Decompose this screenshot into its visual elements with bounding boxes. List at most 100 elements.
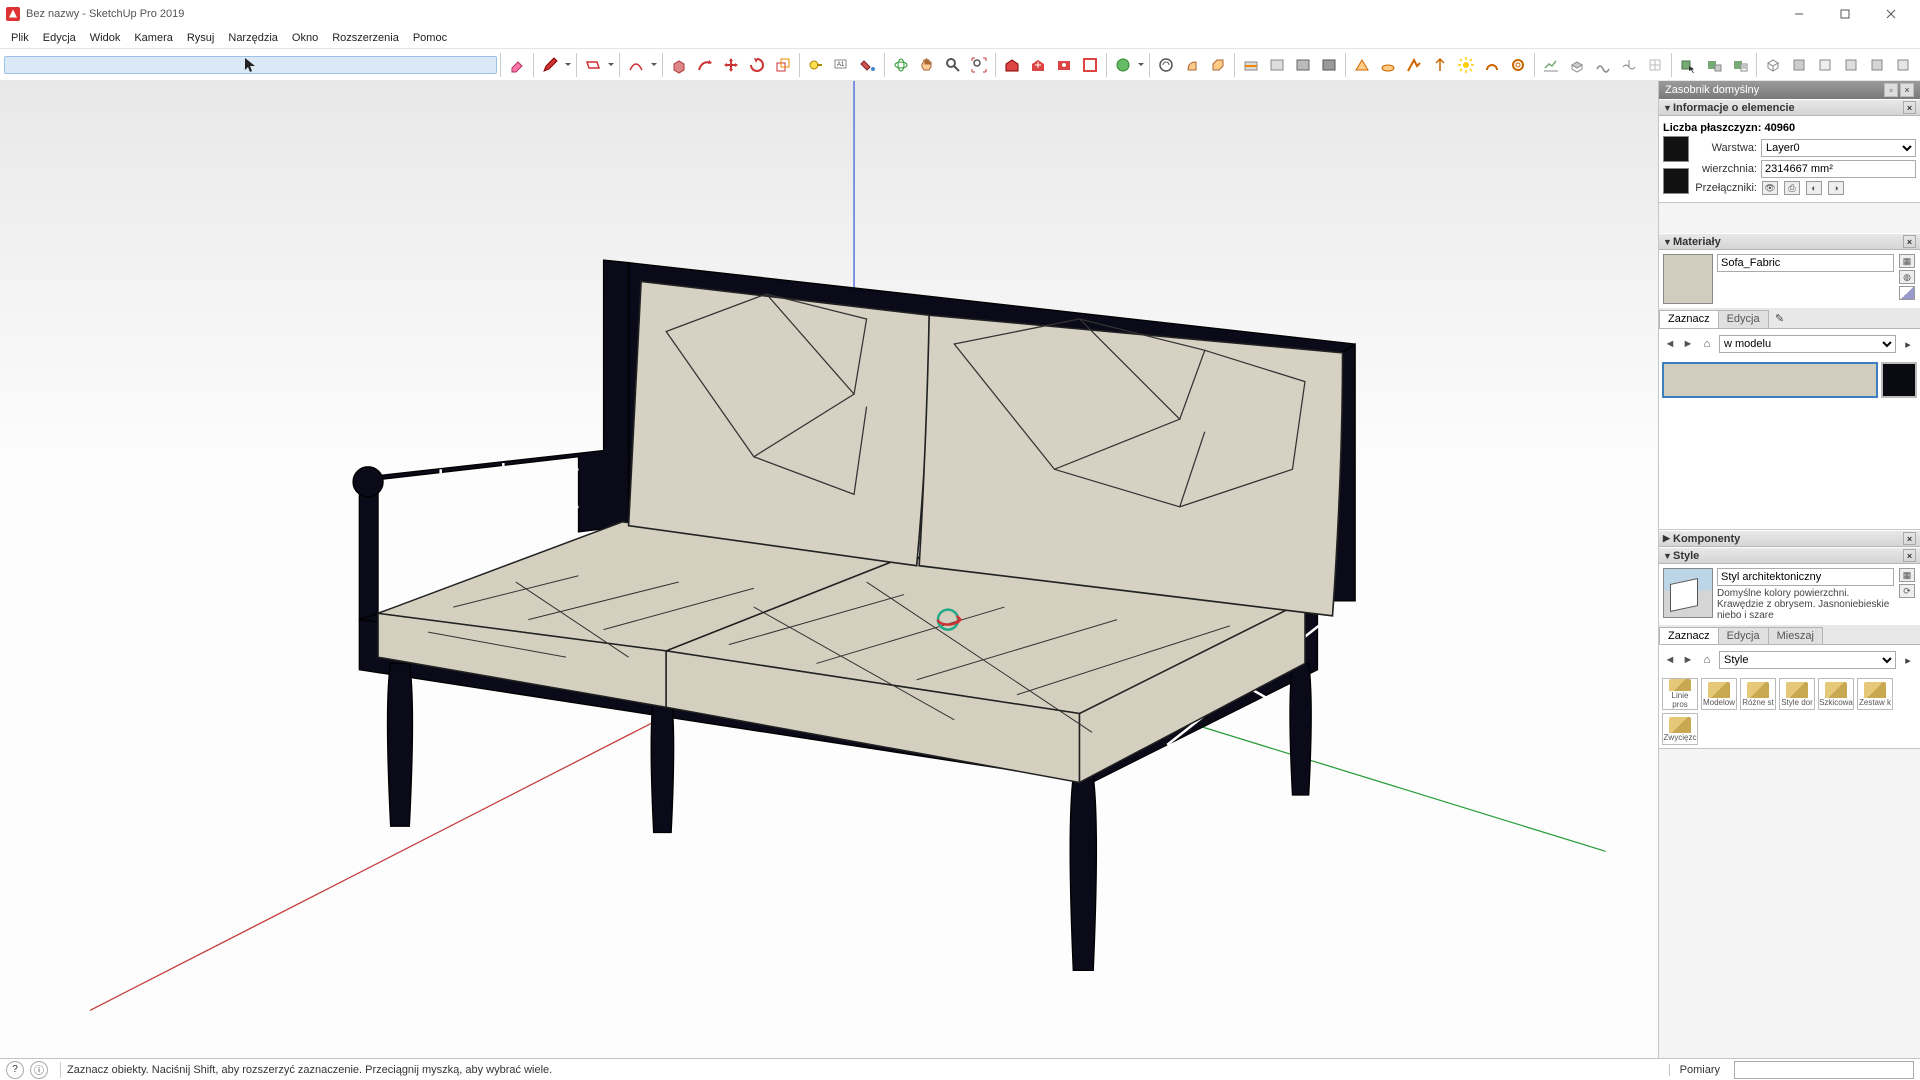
maximize-button[interactable] — [1822, 0, 1868, 27]
status-credit-icon[interactable]: ⓘ — [30, 1061, 48, 1079]
view-right[interactable] — [1838, 52, 1864, 78]
ext-warehouse-tool[interactable] — [1051, 52, 1077, 78]
section-display[interactable] — [1264, 52, 1290, 78]
geo-dropdown[interactable] — [1136, 60, 1146, 69]
materials-tab-select[interactable]: Zaznacz — [1659, 310, 1719, 328]
move-tool[interactable] — [718, 52, 744, 78]
pencil-dropdown[interactable] — [563, 60, 573, 69]
text-tool[interactable]: A1 — [829, 52, 855, 78]
style-thumb-3[interactable]: Style dor — [1779, 678, 1815, 710]
close-button[interactable] — [1868, 0, 1914, 27]
styles-home-icon[interactable]: ⌂ — [1699, 652, 1715, 668]
style-preview[interactable] — [1663, 568, 1713, 618]
section-cut[interactable] — [1290, 52, 1316, 78]
view-front[interactable] — [1812, 52, 1838, 78]
materials-home-icon[interactable]: ⌂ — [1699, 336, 1715, 352]
measure-box[interactable] — [1734, 1061, 1914, 1079]
front-material-swatch[interactable] — [1663, 136, 1689, 162]
orbit-tool[interactable] — [888, 52, 914, 78]
view-iso[interactable] — [1760, 52, 1786, 78]
panel-materials-close[interactable]: × — [1903, 235, 1916, 248]
material-create-icon[interactable]: ▦ — [1899, 254, 1915, 268]
view-back[interactable] — [1864, 52, 1890, 78]
sandbox-1[interactable] — [1538, 52, 1564, 78]
style-update-icon[interactable]: ⟳ — [1899, 584, 1915, 598]
panel-styles-header[interactable]: ▼Style × — [1659, 547, 1920, 564]
back-material-swatch[interactable] — [1663, 168, 1689, 194]
solid-outer-shell[interactable] — [1153, 52, 1179, 78]
pan-tool[interactable] — [914, 52, 940, 78]
materials-tab-edit[interactable]: Edycja — [1718, 310, 1769, 328]
shapes-dropdown[interactable] — [606, 60, 616, 69]
style-create-icon[interactable]: ▦ — [1899, 568, 1915, 582]
menu-edit[interactable]: Edycja — [36, 32, 83, 44]
styles-tab-edit[interactable]: Edycja — [1718, 627, 1769, 644]
styles-nav-fwd[interactable]: ► — [1681, 654, 1695, 666]
sandbox-5[interactable] — [1642, 52, 1668, 78]
layout-tool[interactable] — [1077, 52, 1103, 78]
styles-nav-back[interactable]: ◄ — [1663, 654, 1677, 666]
pencil-tool[interactable] — [537, 52, 563, 78]
toggle-visible-icon[interactable]: 👁 — [1762, 181, 1778, 195]
scale-tool[interactable] — [770, 52, 796, 78]
toggle-cast-icon[interactable]: ◑ — [1828, 181, 1844, 195]
sandbox-4[interactable] — [1616, 52, 1642, 78]
menu-help[interactable]: Pomoc — [406, 32, 454, 44]
material-sample-icon[interactable]: ◍ — [1899, 270, 1915, 284]
menu-window[interactable]: Okno — [285, 32, 325, 44]
menu-file[interactable]: Plik — [4, 32, 36, 44]
toggle-shadows-icon[interactable]: ◐ — [1806, 181, 1822, 195]
advanced-camera-2[interactable] — [1375, 52, 1401, 78]
tray-pin[interactable]: ▫ — [1884, 83, 1898, 97]
pushpull-tool[interactable] — [666, 52, 692, 78]
style-name-input[interactable] — [1717, 568, 1894, 586]
dc-attributes[interactable] — [1727, 52, 1753, 78]
style-thumb-4[interactable]: Szkicowa — [1818, 678, 1854, 710]
solid-union[interactable] — [1205, 52, 1231, 78]
materials-menu-icon[interactable]: ▸ — [1900, 336, 1916, 352]
zoom-tool[interactable] — [940, 52, 966, 78]
menu-draw[interactable]: Rysuj — [180, 32, 222, 44]
tape-tool[interactable] — [803, 52, 829, 78]
style-thumb-0[interactable]: Linie pros — [1662, 678, 1698, 710]
panel-components-close[interactable]: × — [1903, 532, 1916, 545]
style-thumb-5[interactable]: Zestaw k — [1857, 678, 1893, 710]
materials-scope-select[interactable]: w modelu — [1719, 335, 1896, 353]
materials-nav-fwd[interactable]: ► — [1681, 338, 1695, 350]
style-thumb-1[interactable]: Modelow — [1701, 678, 1737, 710]
sun-tool[interactable] — [1453, 52, 1479, 78]
select-tool[interactable] — [4, 56, 497, 74]
geo-tool[interactable] — [1110, 52, 1136, 78]
paint-tool[interactable] — [855, 52, 881, 78]
sandbox-3[interactable] — [1590, 52, 1616, 78]
sandbox-2[interactable] — [1564, 52, 1590, 78]
arcs-dropdown[interactable] — [649, 60, 659, 69]
materials-edit-pencil-icon[interactable]: ✎ — [1772, 310, 1788, 326]
warehouse-share-tool[interactable] — [1025, 52, 1051, 78]
solid-intersect[interactable] — [1179, 52, 1205, 78]
advanced-camera-5[interactable] — [1479, 52, 1505, 78]
menu-ext[interactable]: Rozszerzenia — [325, 32, 406, 44]
section-fill[interactable] — [1316, 52, 1342, 78]
styles-menu-icon[interactable]: ▸ — [1900, 652, 1916, 668]
style-thumb-6[interactable]: Zwycięzc — [1662, 713, 1698, 745]
status-geo-icon[interactable]: ? — [6, 1061, 24, 1079]
toggle-lock-icon[interactable]: ⎙ — [1784, 181, 1800, 195]
menu-camera[interactable]: Kamera — [127, 32, 180, 44]
advanced-camera-6[interactable] — [1505, 52, 1531, 78]
dc-options[interactable] — [1701, 52, 1727, 78]
arc-tool[interactable] — [623, 52, 649, 78]
material-swatch-black[interactable] — [1881, 362, 1917, 398]
material-swatch-fabric[interactable] — [1662, 362, 1878, 398]
advanced-camera-3[interactable] — [1401, 52, 1427, 78]
panel-styles-close[interactable]: × — [1903, 549, 1916, 562]
advanced-camera-4[interactable] — [1427, 52, 1453, 78]
dc-interact[interactable] — [1675, 52, 1701, 78]
section-plane[interactable] — [1238, 52, 1264, 78]
view-top[interactable] — [1786, 52, 1812, 78]
styles-scope-select[interactable]: Style — [1719, 651, 1896, 669]
followme-tool[interactable] — [692, 52, 718, 78]
minimize-button[interactable] — [1776, 0, 1822, 27]
menu-tools[interactable]: Narzędzia — [221, 32, 285, 44]
material-name-input[interactable] — [1717, 254, 1894, 272]
